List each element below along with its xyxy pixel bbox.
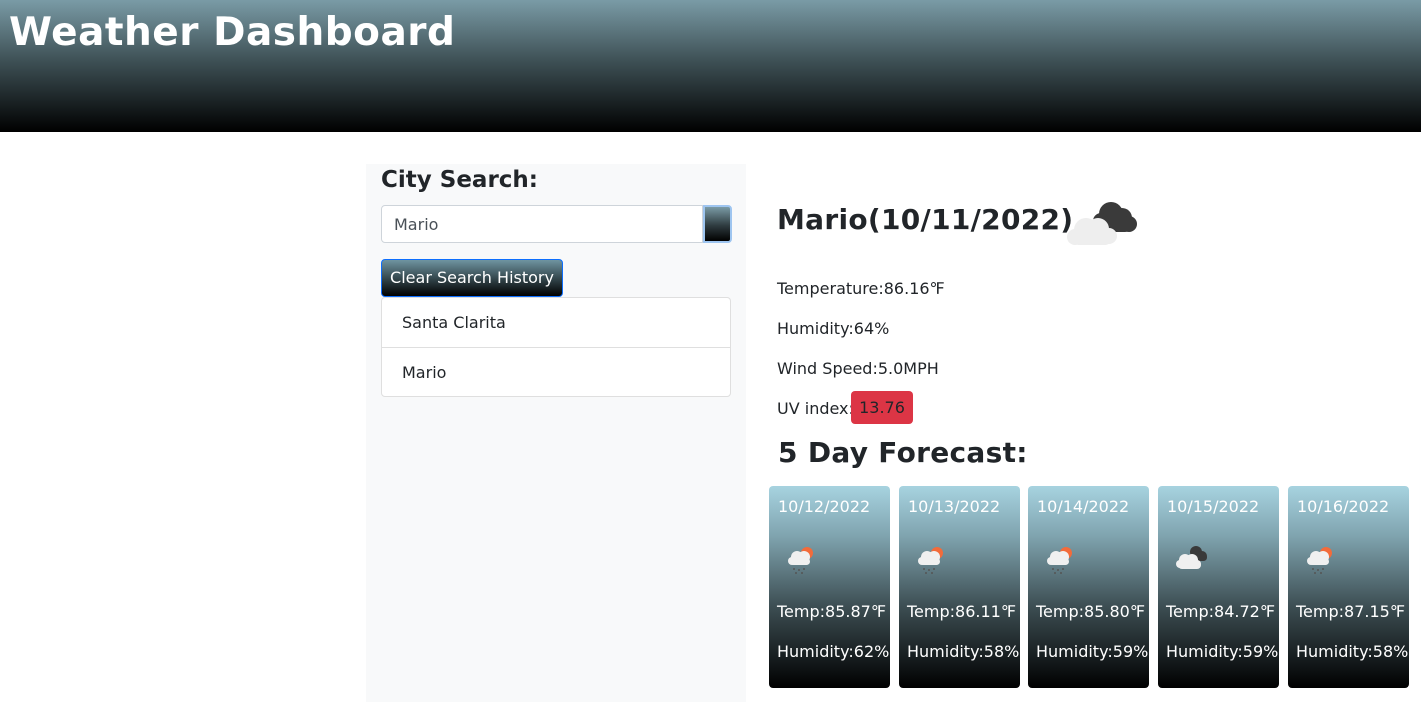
forecast-temp: Temp:85.80℉ [1036, 602, 1146, 621]
search-panel: City Search: Clear Search History Santa … [366, 164, 746, 702]
forecast-humidity: Humidity:58% [907, 642, 1020, 661]
current-wind-speed: Wind Speed:5.0MPH [777, 359, 939, 378]
search-button[interactable] [703, 205, 732, 243]
rain-sun-icon [918, 547, 943, 574]
forecast-date: 10/16/2022 [1297, 497, 1390, 516]
search-heading: City Search: [381, 167, 538, 193]
current-city-title: Mario(10/11/2022) [777, 203, 1074, 236]
search-history-list: Santa Clarita Mario [381, 297, 731, 397]
city-search-input[interactable] [381, 205, 703, 243]
forecast-humidity: Humidity:62% [777, 642, 890, 661]
forecast-card: 10/15/2022 Temp:84.72℉ Humidity:59% [1158, 486, 1279, 688]
forecast-date: 10/14/2022 [1037, 497, 1130, 516]
forecast-heading: 5 Day Forecast: [778, 436, 1028, 469]
uv-index-badge: 13.76 [851, 391, 913, 424]
forecast-date: 10/13/2022 [908, 497, 1001, 516]
search-group [381, 205, 732, 243]
clouds-icon [1067, 202, 1137, 245]
forecast-date: 10/12/2022 [778, 497, 871, 516]
history-item[interactable]: Mario [382, 347, 730, 396]
app-title: Weather Dashboard [9, 10, 456, 55]
clouds-icon [1176, 546, 1207, 569]
rain-sun-icon [1047, 547, 1072, 574]
history-item[interactable]: Santa Clarita [382, 298, 730, 347]
forecast-temp: Temp:85.87℉ [777, 602, 887, 621]
forecast-temp: Temp:87.15℉ [1296, 602, 1406, 621]
forecast-humidity: Humidity:59% [1036, 642, 1149, 661]
forecast-card: 10/13/2022 Temp:86.11℉ Humidity:58% [899, 486, 1020, 688]
forecast-date: 10/15/2022 [1167, 497, 1260, 516]
forecast-temp: Temp:84.72℉ [1166, 602, 1276, 621]
current-temperature: Temperature:86.16℉ [777, 279, 945, 298]
forecast-humidity: Humidity:59% [1166, 642, 1279, 661]
forecast-card: 10/16/2022 Temp:87.15℉ Humidity:58% [1288, 486, 1409, 688]
forecast-humidity: Humidity:58% [1296, 642, 1409, 661]
rain-sun-icon [788, 547, 813, 574]
app-header: Weather Dashboard [0, 0, 1421, 132]
forecast-card: 10/12/2022 Temp:85.87℉ Humidity:62% [769, 486, 890, 688]
forecast-card: 10/14/2022 Temp:85.80℉ Humidity:59% [1028, 486, 1149, 688]
clear-history-button[interactable]: Clear Search History [381, 259, 563, 297]
forecast-temp: Temp:86.11℉ [907, 602, 1017, 621]
uv-index-label: UV index: [777, 399, 854, 418]
rain-sun-icon [1307, 547, 1332, 574]
current-humidity: Humidity:64% [777, 319, 890, 338]
